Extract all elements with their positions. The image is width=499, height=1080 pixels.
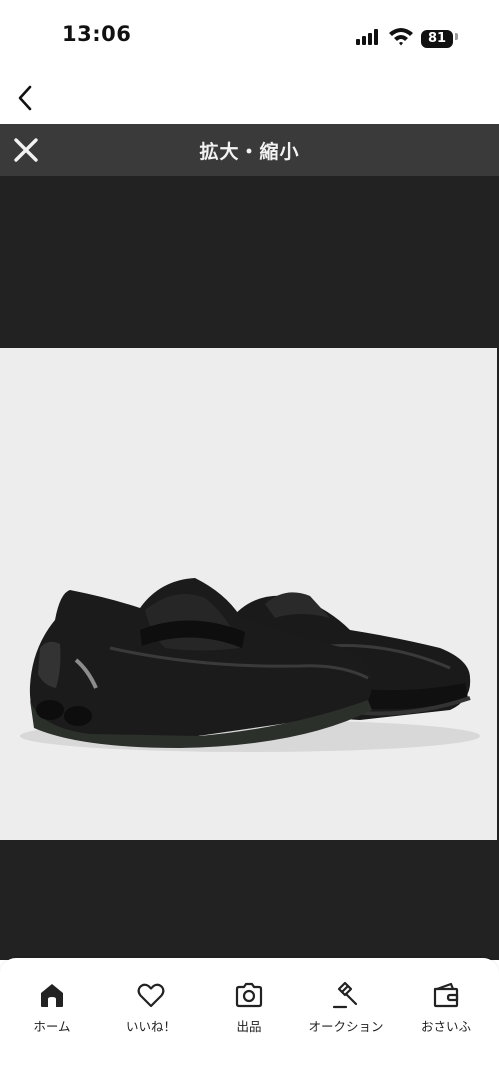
navigation-bar: [0, 72, 499, 124]
wifi-icon: [389, 28, 413, 46]
nav-home[interactable]: ホーム: [7, 980, 97, 1035]
status-bar: 13:06 81: [0, 0, 499, 72]
nav-likes[interactable]: いいね！: [106, 980, 196, 1035]
front-shoe: [29, 578, 372, 748]
viewer-title: 拡大・縮小: [199, 141, 300, 163]
nav-wallet-label: おさいふ: [420, 1019, 471, 1034]
image-viewer[interactable]: [0, 176, 499, 960]
home-icon: [41, 984, 63, 1007]
black-loafer-sneakers-image: [20, 578, 480, 752]
camera-icon: [235, 982, 263, 1008]
battery-indicator: 81: [421, 27, 458, 48]
gavel-icon: [332, 981, 358, 1009]
nav-wallet[interactable]: おさいふ: [401, 980, 491, 1035]
nav-sell-label: 出品: [236, 1019, 262, 1034]
heart-icon: [137, 983, 165, 1008]
battery-level: 81: [421, 30, 453, 48]
bottom-navigation: ホーム いいね！ 出品 オークション おさいふ: [0, 958, 499, 1080]
nav-sell[interactable]: 出品: [204, 980, 294, 1035]
nav-home-label: ホーム: [33, 1019, 71, 1034]
image-viewer-header: 拡大・縮小: [0, 124, 499, 176]
signal-icon: [356, 29, 382, 45]
wallet-icon: [433, 982, 459, 1008]
product-photo[interactable]: [0, 348, 497, 840]
nav-auction-label: オークション: [308, 1019, 384, 1034]
nav-auction[interactable]: オークション: [301, 980, 391, 1035]
status-time: 13:06: [62, 22, 132, 46]
back-chevron-icon[interactable]: [10, 78, 44, 118]
nav-likes-label: いいね！: [125, 1019, 176, 1034]
